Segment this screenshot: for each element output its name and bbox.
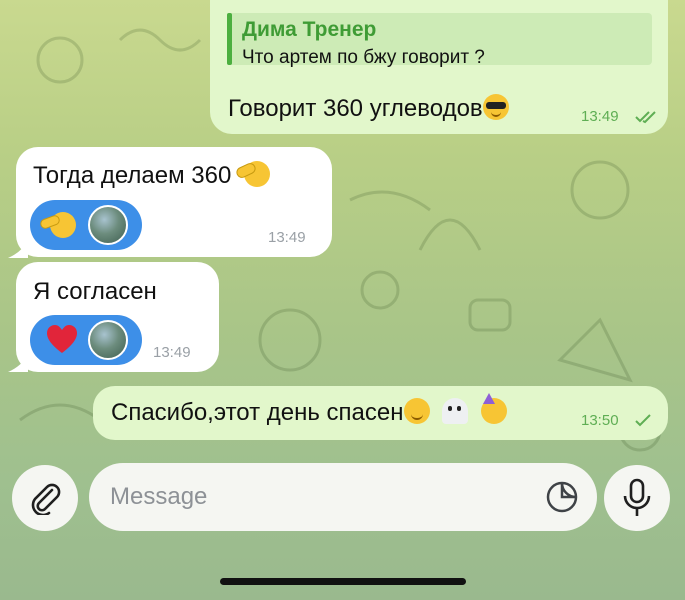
ghost-emoji (442, 398, 469, 424)
message-text: Спасибо,этот день спасен (111, 393, 507, 427)
message-input-placeholder: Message (110, 483, 208, 510)
avatar (88, 205, 128, 245)
heart-icon (47, 325, 77, 353)
bubble-tail (8, 240, 28, 258)
outgoing-message[interactable]: Спасибо,этот день спасен 13:50 (93, 386, 668, 440)
attach-button[interactable] (12, 465, 78, 531)
message-text: Я согласен (33, 278, 157, 305)
message-text: Тогда делаем 360 (33, 161, 270, 190)
microphone-icon (623, 478, 651, 516)
reply-text: Что артем по бжу говорит ? (242, 47, 485, 68)
incoming-message[interactable]: Я согласен 13:49 (16, 262, 219, 372)
party-emoji (480, 393, 507, 424)
message-time: 13:49 (268, 229, 306, 246)
outgoing-message[interactable]: Дима Тренер Что артем по бжу говорит ? Г… (210, 0, 668, 134)
home-indicator (220, 578, 466, 585)
saluting-reaction-icon (38, 212, 76, 238)
incoming-message[interactable]: Тогда делаем 360 13:49 (16, 147, 332, 257)
message-time: 13:49 (581, 108, 619, 125)
message-text: Говорит 360 углеводов (228, 94, 509, 123)
reply-author: Дима Тренер (242, 18, 377, 41)
double-check-icon (635, 111, 656, 124)
attach-icon (31, 483, 61, 515)
reaction-pill[interactable] (30, 315, 142, 365)
message-input[interactable]: Message (89, 463, 597, 531)
saluting-emoji (234, 161, 270, 187)
reaction-pill[interactable] (30, 200, 142, 250)
smiling-emoji (403, 398, 430, 424)
message-time: 13:49 (153, 344, 191, 361)
voice-record-button[interactable] (604, 465, 670, 531)
avatar (88, 320, 128, 360)
message-time: 13:50 (581, 412, 619, 429)
single-check-icon (635, 414, 651, 427)
bubble-tail (8, 354, 28, 372)
sunglasses-emoji (482, 94, 509, 120)
reply-accent-bar (227, 13, 232, 65)
sticker-icon[interactable] (545, 480, 579, 514)
